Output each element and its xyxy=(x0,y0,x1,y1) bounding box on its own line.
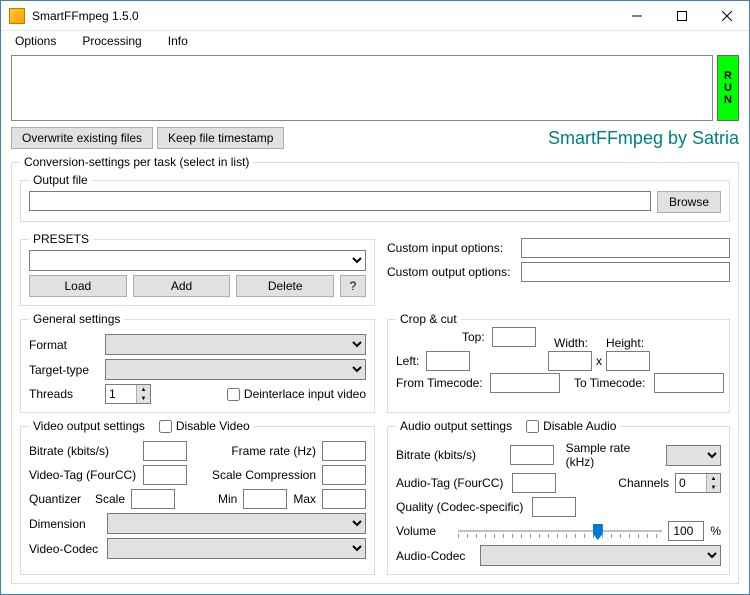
custom-output-label: Custom output options: xyxy=(387,265,515,279)
overwrite-existing-files-toggle[interactable]: Overwrite existing files xyxy=(11,127,153,149)
crop-width-field[interactable] xyxy=(548,351,592,371)
crop-width-label: Width: xyxy=(554,336,588,350)
audio-tag-field[interactable] xyxy=(512,473,556,493)
to-timecode-field[interactable] xyxy=(654,373,724,393)
output-file-field[interactable] xyxy=(29,191,651,211)
deinterlace-label: Deinterlace input video xyxy=(244,387,366,401)
frame-rate-label: Frame rate (Hz) xyxy=(231,444,316,458)
disable-video-checkbox[interactable] xyxy=(159,420,172,433)
brand-label: SmartFFmpeg by Satria xyxy=(548,128,739,149)
max-field[interactable] xyxy=(322,489,366,509)
task-list[interactable] xyxy=(11,55,713,121)
sample-rate-label: Sample rate (kHz) xyxy=(566,441,661,469)
minimize-button[interactable] xyxy=(614,1,659,30)
dimension-select[interactable] xyxy=(107,513,366,534)
crop-left-label: Left: xyxy=(396,354,419,368)
window-title: SmartFFmpeg 1.5.0 xyxy=(32,9,139,23)
from-timecode-field[interactable] xyxy=(490,373,560,393)
audio-bitrate-field[interactable] xyxy=(510,445,554,465)
volume-slider[interactable] xyxy=(458,522,662,540)
format-label: Format xyxy=(29,338,99,352)
chevron-down-icon[interactable]: ▼ xyxy=(706,483,720,492)
custom-input-label: Custom input options: xyxy=(387,241,515,255)
chevron-up-icon[interactable]: ▲ xyxy=(136,385,150,394)
menu-processing[interactable]: Processing xyxy=(78,32,145,50)
presets-add-button[interactable]: Add xyxy=(133,275,231,297)
custom-input-field[interactable] xyxy=(521,238,730,258)
custom-output-field[interactable] xyxy=(521,262,730,282)
audio-tag-label: Audio-Tag (FourCC) xyxy=(396,476,506,490)
video-bitrate-label: Bitrate (kbits/s) xyxy=(29,444,137,458)
app-icon xyxy=(9,8,25,24)
volume-label: Volume xyxy=(396,524,452,538)
crop-left-field[interactable] xyxy=(426,351,470,371)
presets-legend: PRESETS xyxy=(29,232,93,246)
to-timecode-label: To Timecode: xyxy=(574,376,645,390)
browse-button[interactable]: Browse xyxy=(657,191,721,213)
threads-spinner[interactable]: ▲▼ xyxy=(105,384,151,404)
general-settings-legend: General settings xyxy=(29,312,124,326)
sample-rate-select[interactable] xyxy=(666,445,721,466)
audio-output-legend: Audio output settings xyxy=(400,419,512,433)
disable-audio-checkbox[interactable] xyxy=(526,420,539,433)
deinterlace-checkbox[interactable] xyxy=(227,388,240,401)
menu-bar: Options Processing Info xyxy=(1,31,749,51)
target-type-label: Target-type xyxy=(29,363,99,377)
audio-codec-select[interactable] xyxy=(480,545,721,566)
target-type-select[interactable] xyxy=(105,359,366,380)
conversion-settings-legend: Conversion-settings per task (select in … xyxy=(20,155,253,169)
audio-bitrate-label: Bitrate (kbits/s) xyxy=(396,448,504,462)
disable-audio-label: Disable Audio xyxy=(543,419,616,433)
scale-field[interactable] xyxy=(131,489,175,509)
video-tag-field[interactable] xyxy=(143,465,187,485)
channels-spinner[interactable]: ▲▼ xyxy=(675,473,721,493)
from-timecode-label: From Timecode: xyxy=(396,376,483,390)
volume-unit: % xyxy=(710,524,721,538)
dimension-label: Dimension xyxy=(29,517,101,531)
crop-x-label: x xyxy=(596,354,602,368)
crop-height-label: Height: xyxy=(606,336,644,350)
crop-top-label: Top: xyxy=(462,330,485,344)
presets-delete-button[interactable]: Delete xyxy=(236,275,334,297)
video-tag-label: Video-Tag (FourCC) xyxy=(29,468,137,482)
scale-label: Scale xyxy=(95,492,125,506)
disable-video-label: Disable Video xyxy=(176,419,250,433)
menu-options[interactable]: Options xyxy=(11,32,60,50)
volume-field[interactable] xyxy=(668,521,704,541)
quantizer-label: Quantizer xyxy=(29,492,89,506)
chevron-down-icon[interactable]: ▼ xyxy=(136,394,150,403)
format-select[interactable] xyxy=(105,334,366,355)
scale-compression-label: Scale Compression xyxy=(212,468,316,482)
menu-info[interactable]: Info xyxy=(164,32,192,50)
video-output-legend: Video output settings xyxy=(33,419,145,433)
presets-select[interactable] xyxy=(29,250,366,271)
crop-top-field[interactable] xyxy=(492,327,536,347)
run-button[interactable]: R U N xyxy=(717,55,739,121)
presets-load-button[interactable]: Load xyxy=(29,275,127,297)
frame-rate-field[interactable] xyxy=(322,441,366,461)
crop-cut-legend: Crop & cut xyxy=(396,312,461,326)
threads-label: Threads xyxy=(29,387,99,401)
chevron-up-icon[interactable]: ▲ xyxy=(706,474,720,483)
close-button[interactable] xyxy=(704,1,749,30)
channels-label: Channels xyxy=(618,476,669,490)
video-codec-select[interactable] xyxy=(107,538,366,559)
quality-field[interactable] xyxy=(532,497,576,517)
output-file-legend: Output file xyxy=(29,173,92,187)
video-codec-label: Video-Codec xyxy=(29,542,101,556)
maximize-button[interactable] xyxy=(659,1,704,30)
threads-value[interactable] xyxy=(106,385,136,403)
scale-compression-field[interactable] xyxy=(322,465,366,485)
max-label: Max xyxy=(293,492,316,506)
keep-file-timestamp-toggle[interactable]: Keep file timestamp xyxy=(157,127,284,149)
quality-label: Quality (Codec-specific) xyxy=(396,500,526,514)
min-field[interactable] xyxy=(243,489,287,509)
presets-help-button[interactable]: ? xyxy=(340,275,366,297)
video-bitrate-field[interactable] xyxy=(143,441,187,461)
crop-height-field[interactable] xyxy=(606,351,650,371)
channels-value[interactable] xyxy=(676,474,706,492)
min-label: Min xyxy=(218,492,237,506)
audio-codec-label: Audio-Codec xyxy=(396,549,474,563)
